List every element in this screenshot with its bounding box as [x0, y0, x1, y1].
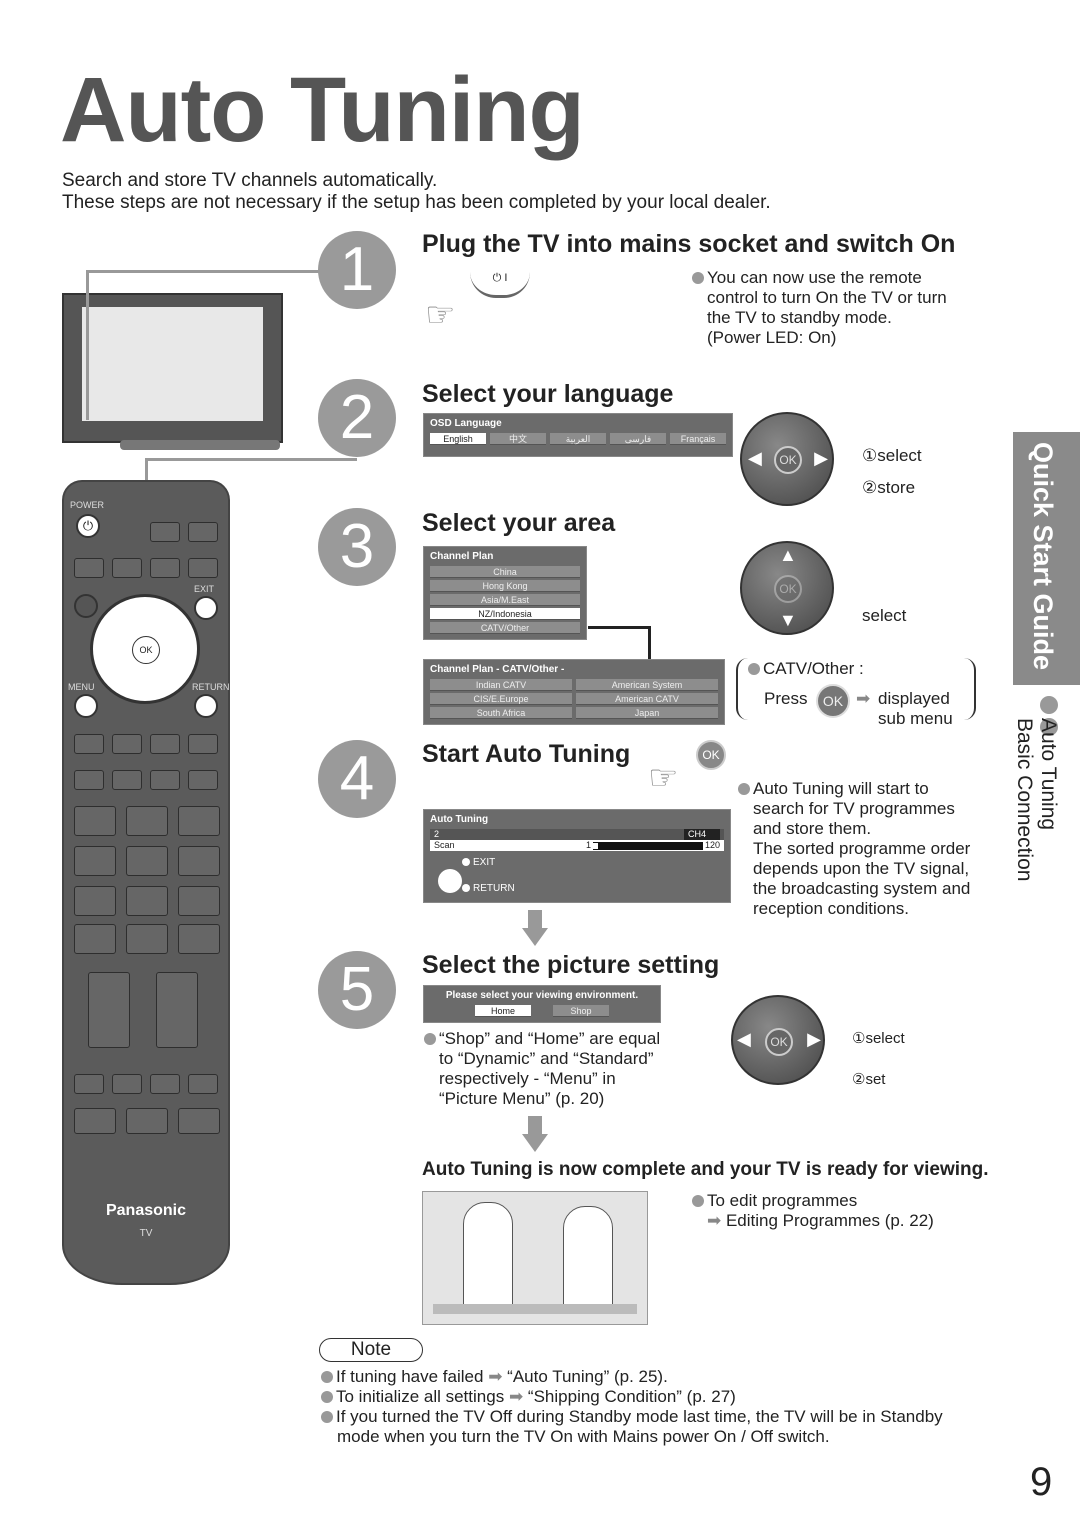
ok-icon: OK — [774, 575, 802, 603]
completion-message: Auto Tuning is now complete and your TV … — [422, 1159, 989, 1180]
ok-icon: OK — [816, 684, 850, 718]
option-english[interactable]: English — [430, 433, 486, 445]
power-icon[interactable]: ⏻ — [76, 514, 100, 538]
connector-line — [86, 270, 326, 420]
ok-button[interactable]: OK — [132, 636, 160, 664]
step-number: 2 — [318, 379, 396, 457]
connector-line — [588, 626, 651, 659]
step-number: 4 — [318, 740, 396, 818]
option-persian[interactable]: فارسی — [610, 433, 666, 445]
option-asia-m-east[interactable]: Asia/M.East — [430, 594, 580, 606]
brand-logo: Panasonic — [105, 1202, 187, 1219]
option-shop[interactable]: Shop — [553, 1005, 609, 1017]
option-china[interactable]: China — [430, 566, 580, 578]
option-american-system[interactable]: American System — [576, 679, 718, 691]
option-home[interactable]: Home — [475, 1005, 531, 1017]
hand-icon: ☞ — [425, 296, 456, 334]
remote-dpad[interactable]: OK — [90, 594, 200, 704]
viewing-environment-menu: Please select your viewing environment. … — [423, 985, 661, 1023]
side-sub-basic-connection: Basic Connection — [1013, 718, 1036, 882]
dpad-icon — [438, 869, 462, 893]
option-french[interactable]: Français — [670, 433, 726, 445]
ok-icon: OK — [774, 446, 802, 474]
viewers-illustration — [422, 1191, 648, 1325]
step-number: 3 — [318, 508, 396, 586]
sub-menu-label: sub menu — [878, 709, 953, 728]
step1-notes: You can now use the remote control to tu… — [692, 268, 947, 348]
tv-label: TV — [139, 1228, 153, 1239]
catv-other-menu: Channel Plan - CATV/Other - Indian CATV … — [423, 659, 725, 725]
power-label: POWER — [70, 500, 105, 510]
intro-line: These steps are not necessary if the set… — [62, 192, 771, 213]
step-heading: Start Auto Tuning — [422, 740, 631, 768]
select-label: ①select — [862, 446, 922, 465]
remote-control: POWER ⏻ EXIT OK MENU RETURN Panasonic TV — [62, 480, 230, 1285]
option-indian-catv[interactable]: Indian CATV — [430, 679, 572, 691]
down-arrow-icon — [528, 1116, 542, 1136]
channel-plan-menu: Channel Plan China Hong Kong Asia/M.East… — [423, 546, 587, 640]
note-label: Note — [319, 1338, 423, 1362]
step-number: 1 — [318, 231, 396, 309]
select-label: select — [862, 606, 907, 625]
ok-icon: OK — [696, 740, 726, 770]
set-label: ②set — [852, 1071, 886, 1088]
option-hong-kong[interactable]: Hong Kong — [430, 580, 580, 592]
press-label: Press — [764, 689, 808, 708]
arrow-right-icon: ➡ — [856, 689, 871, 708]
note-list: If tuning have failed ➡ “Auto Tuning” (p… — [321, 1367, 943, 1447]
dpad-icon: OK ◀ ▶ — [740, 412, 834, 506]
return-label: RETURN — [192, 682, 230, 692]
page-title: Auto Tuning — [60, 59, 585, 161]
intro: Search and store TV channels automatical… — [62, 170, 771, 214]
menu-label: MENU — [68, 682, 95, 692]
step-heading: Plug the TV into mains socket and switch… — [422, 230, 956, 258]
exit-label: EXIT — [194, 584, 215, 594]
option-cis-e-europe[interactable]: CIS/E.Europe — [430, 693, 572, 705]
side-tab-label: Quick Start Guide — [1028, 442, 1058, 671]
intro-line: Search and store TV channels automatical… — [62, 170, 438, 191]
step-heading: Select your area — [422, 509, 616, 537]
option-nz-indonesia[interactable]: NZ/Indonesia — [430, 608, 580, 620]
step-heading: Select your language — [422, 380, 674, 408]
tv-stand — [120, 440, 280, 450]
option-catv-other[interactable]: CATV/Other — [430, 622, 580, 634]
select-label: ①select — [852, 1030, 905, 1047]
step-number: 5 — [318, 951, 396, 1029]
option-chinese[interactable]: 中文 — [490, 433, 546, 445]
side-tab: Quick Start Guide — [1013, 432, 1080, 685]
catv-note: CATV/Other : — [748, 659, 864, 679]
edit-programmes-note: To edit programmes ➡ Editing Programmes … — [692, 1191, 934, 1231]
dpad-icon: OK ▲ ▼ — [740, 541, 834, 635]
side-sub-auto-tuning: Auto Tuning — [1037, 718, 1060, 831]
page-number: 9 — [1030, 1460, 1053, 1504]
osd-language-menu: OSD Language English 中文 العربية فارسی Fr… — [423, 413, 733, 457]
step4-notes: Auto Tuning will start to search for TV … — [738, 779, 970, 919]
option-american-catv[interactable]: American CATV — [576, 693, 718, 705]
down-arrow-icon — [528, 910, 542, 930]
option-south-africa[interactable]: South Africa — [430, 707, 572, 719]
store-label: ②store — [862, 478, 916, 497]
power-switch: ⏻ I — [470, 272, 530, 298]
option-arabic[interactable]: العربية — [550, 433, 606, 445]
scan-progress-bar — [592, 841, 703, 850]
dpad-icon: OK ◀ ▶ — [731, 995, 825, 1085]
step5-notes: “Shop” and “Home” are equal to “Dynamic”… — [424, 1029, 660, 1109]
ok-icon: OK — [765, 1028, 793, 1056]
displayed-label: displayed — [878, 689, 950, 708]
step-heading: Select the picture setting — [422, 951, 720, 979]
option-japan[interactable]: Japan — [576, 707, 718, 719]
auto-tuning-screen: Auto Tuning 2 CH4 Scan 1 120 EXIT RETURN — [423, 809, 731, 903]
hand-icon: ☞ — [648, 759, 679, 797]
